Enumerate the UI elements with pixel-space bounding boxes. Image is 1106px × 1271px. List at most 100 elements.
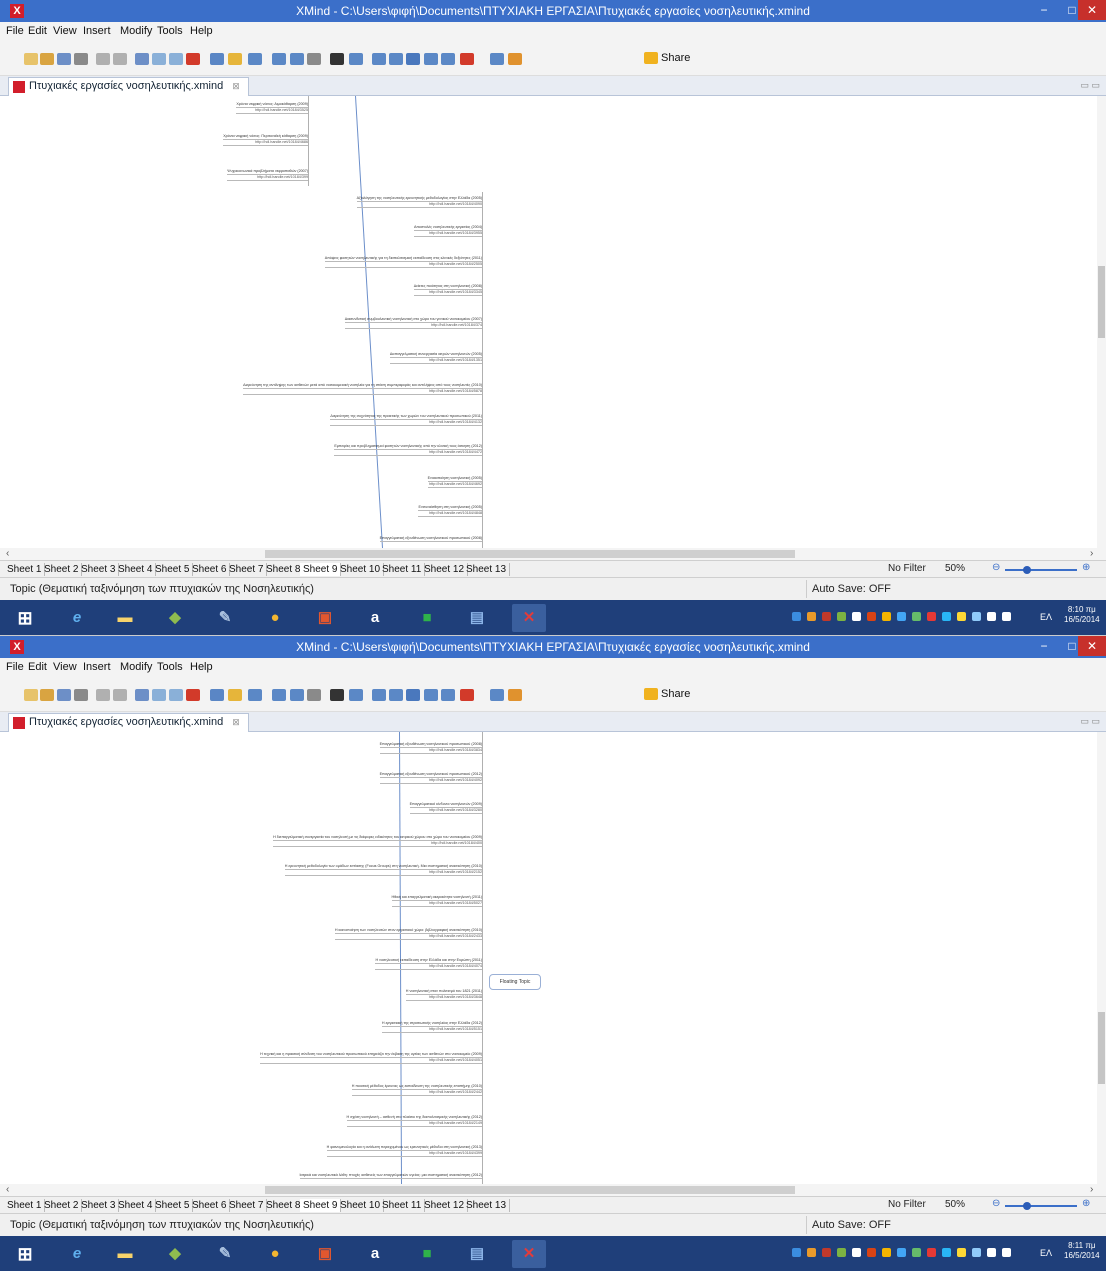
topic-node[interactable]: Χρόνια νεφρική νόσος: Αιμοκάθαρση (2009)…: [236, 102, 308, 114]
topic-node[interactable]: Επαγγελματικοί κίνδυνοι νοσηλευτών (2009…: [409, 802, 482, 814]
idea-icon[interactable]: [228, 689, 242, 701]
zoom-slider-knob[interactable]: [1023, 1202, 1031, 1210]
chrome-icon[interactable]: ●: [258, 1240, 292, 1268]
sheet-tab-12[interactable]: Sheet 12: [421, 563, 469, 576]
topic-link[interactable]: http://hdl.handle.net/10184/3955: [413, 231, 482, 237]
topic-node[interactable]: Ενιαιοποίηση νοσηλευτική (2005) http://hd…: [427, 476, 482, 488]
tray-icon[interactable]: [987, 1248, 996, 1257]
topic-link[interactable]: http://hdl.handle.net/10184/3834: [379, 748, 482, 754]
cut-icon[interactable]: [135, 53, 149, 65]
copy-icon[interactable]: [152, 689, 166, 701]
topic-link[interactable]: http://hdl.handle.net/10184/2152: [284, 870, 482, 876]
tray-icon[interactable]: [927, 1248, 936, 1257]
menu-help[interactable]: Help: [190, 661, 213, 673]
boundary-icon[interactable]: [272, 689, 286, 701]
menu-file[interactable]: File: [6, 661, 24, 673]
tray-icon[interactable]: [867, 612, 876, 621]
present-icon[interactable]: [460, 689, 474, 701]
internet-explorer-icon[interactable]: e: [60, 604, 94, 632]
sheet-tab-9[interactable]: Sheet 9: [300, 1199, 342, 1212]
tray-icon[interactable]: [972, 612, 981, 621]
menu-view[interactable]: View: [53, 25, 77, 37]
print-icon[interactable]: [74, 689, 88, 701]
close-button[interactable]: ✕: [1078, 0, 1106, 20]
tray-icon[interactable]: [852, 1248, 861, 1257]
image-icon[interactable]: [349, 53, 363, 65]
filter-label[interactable]: No Filter: [888, 1199, 926, 1210]
zoom-in-icon[interactable]: ⊕: [1082, 562, 1090, 573]
topic-link[interactable]: http://hdl.handle.net/10184/2433: [334, 934, 482, 940]
horizontal-scroll-thumb[interactable]: [265, 1186, 795, 1194]
sheet-tab-11[interactable]: Sheet 11: [379, 563, 426, 576]
open-icon[interactable]: [40, 689, 54, 701]
topic-node[interactable]: Διερεύνηση της αντίληψης των ασθενών μετ…: [243, 383, 482, 395]
vertical-scrollbar[interactable]: [1097, 96, 1106, 548]
tray-icon[interactable]: [912, 612, 921, 621]
topic-icon[interactable]: [210, 53, 224, 65]
new-icon[interactable]: [24, 53, 38, 65]
topic-node[interactable]: Ιατρικά και νοσηλευτικά λάθη: πτυχές ασθ…: [299, 1173, 482, 1179]
amazon-app-icon[interactable]: a: [358, 604, 392, 632]
sheet-tab-6[interactable]: Sheet 6: [189, 1199, 231, 1212]
menu-edit[interactable]: Edit: [28, 661, 47, 673]
sheet-tab-4[interactable]: Sheet 4: [115, 1199, 157, 1212]
view-controls-icon[interactable]: ▭ ▭: [1080, 716, 1100, 727]
topic-node[interactable]: Εμπειρίες και προβληματισμοί φοιτητών νο…: [334, 444, 482, 456]
topic-node[interactable]: Απόψεις φοιτητών νοσηλευτικής για τη δια…: [324, 256, 482, 268]
scroll-left-icon[interactable]: ‹: [6, 1184, 9, 1195]
notes-icon[interactable]: [389, 689, 403, 701]
topic-node[interactable]: Η φαινομενολογία και η ανάλυση περιεχομέ…: [326, 1145, 482, 1157]
structure-icon[interactable]: [248, 53, 262, 65]
boundary-icon[interactable]: [272, 53, 286, 65]
clock[interactable]: 8:11 πμ 16/5/2014: [1064, 1241, 1100, 1261]
sheet-tab-7[interactable]: Sheet 7: [226, 1199, 268, 1212]
undo-icon[interactable]: [96, 53, 110, 65]
topic-link[interactable]: http://hdl.handle.net/10184/4092: [379, 778, 482, 784]
undo-icon[interactable]: [96, 689, 110, 701]
topic-link[interactable]: http://hdl.handle.net/10184/4090: [356, 202, 482, 208]
menu-insert[interactable]: Insert: [83, 661, 111, 673]
menu-tools[interactable]: Tools: [157, 661, 183, 673]
sheet-tab-1[interactable]: Sheet 1: [4, 1199, 46, 1212]
zoom-slider[interactable]: [1005, 569, 1077, 571]
topic-node[interactable]: Διεπαγγελματική συνεργασία ιατρών νοσηλε…: [389, 352, 482, 364]
topic-title[interactable]: Ιατρικά και νοσηλευτικά λάθη: πτυχές ασθ…: [299, 1173, 482, 1179]
tray-icon[interactable]: [912, 1248, 921, 1257]
sheet-tab-3[interactable]: Sheet 3: [78, 563, 120, 576]
drill-up-icon[interactable]: [490, 53, 504, 65]
zoom-out-icon[interactable]: ⊖: [992, 562, 1000, 573]
topic-node[interactable]: Ηθική και επαγγελματική ακεραιότητα νοση…: [391, 895, 482, 907]
xmind-taskbar-icon[interactable]: ✕: [512, 1240, 546, 1268]
topic-node[interactable]: Ψυχοκοινωνικά προβλήματα νεφροπαθών (200…: [227, 169, 308, 181]
topic-link[interactable]: http://hdl.handle.net/10184/4686: [223, 140, 308, 146]
horizontal-scrollbar[interactable]: ‹ ›: [0, 548, 1106, 560]
paste-icon[interactable]: [169, 689, 183, 701]
tray-icon[interactable]: [807, 612, 816, 621]
sheet-tab-10[interactable]: Sheet 10: [337, 1199, 385, 1212]
mind-map-canvas[interactable]: Floating Topic Επαγγελματική εξουθένωση ν…: [0, 732, 1097, 1184]
topic-node[interactable]: Η ερευνητική μεθοδολογία των ομάδων εστί…: [284, 864, 482, 876]
sheet-tab-3[interactable]: Sheet 3: [78, 1199, 120, 1212]
topic-node[interactable]: Επαγγελματική εξουθένωση νοσηλευτικού πρ…: [379, 536, 482, 542]
language-indicator[interactable]: ΕΛ: [1040, 612, 1052, 622]
relationship-icon[interactable]: [307, 689, 321, 701]
structure-icon[interactable]: [248, 689, 262, 701]
marker-icon[interactable]: [372, 689, 386, 701]
tray-icon[interactable]: [807, 1248, 816, 1257]
topic-node[interactable]: Η νοσηλευτική εκπαίδευση στην Ελλάδα και…: [375, 958, 482, 970]
filter-label[interactable]: No Filter: [888, 563, 926, 574]
topic-icon[interactable]: [210, 689, 224, 701]
audio-icon[interactable]: [406, 53, 420, 65]
gantt-icon[interactable]: [441, 689, 455, 701]
topic-link[interactable]: http://hdl.handle.net/10184/3345: [413, 290, 482, 296]
topic-link[interactable]: http://hdl.handle.net/10184/4132: [330, 420, 482, 426]
new-icon[interactable]: [24, 689, 38, 701]
topic-node[interactable]: Η ικανοποίηση των νοσηλευτών στον εργασι…: [334, 928, 482, 940]
scroll-left-icon[interactable]: ‹: [6, 548, 9, 559]
paint-app-icon[interactable]: ✎: [208, 604, 242, 632]
presentation-app-icon[interactable]: ▣: [308, 604, 342, 632]
amazon-app-icon[interactable]: a: [358, 1240, 392, 1268]
menu-modify[interactable]: Modify: [120, 25, 152, 37]
summary-icon[interactable]: [290, 689, 304, 701]
tray-icon[interactable]: [837, 1248, 846, 1257]
